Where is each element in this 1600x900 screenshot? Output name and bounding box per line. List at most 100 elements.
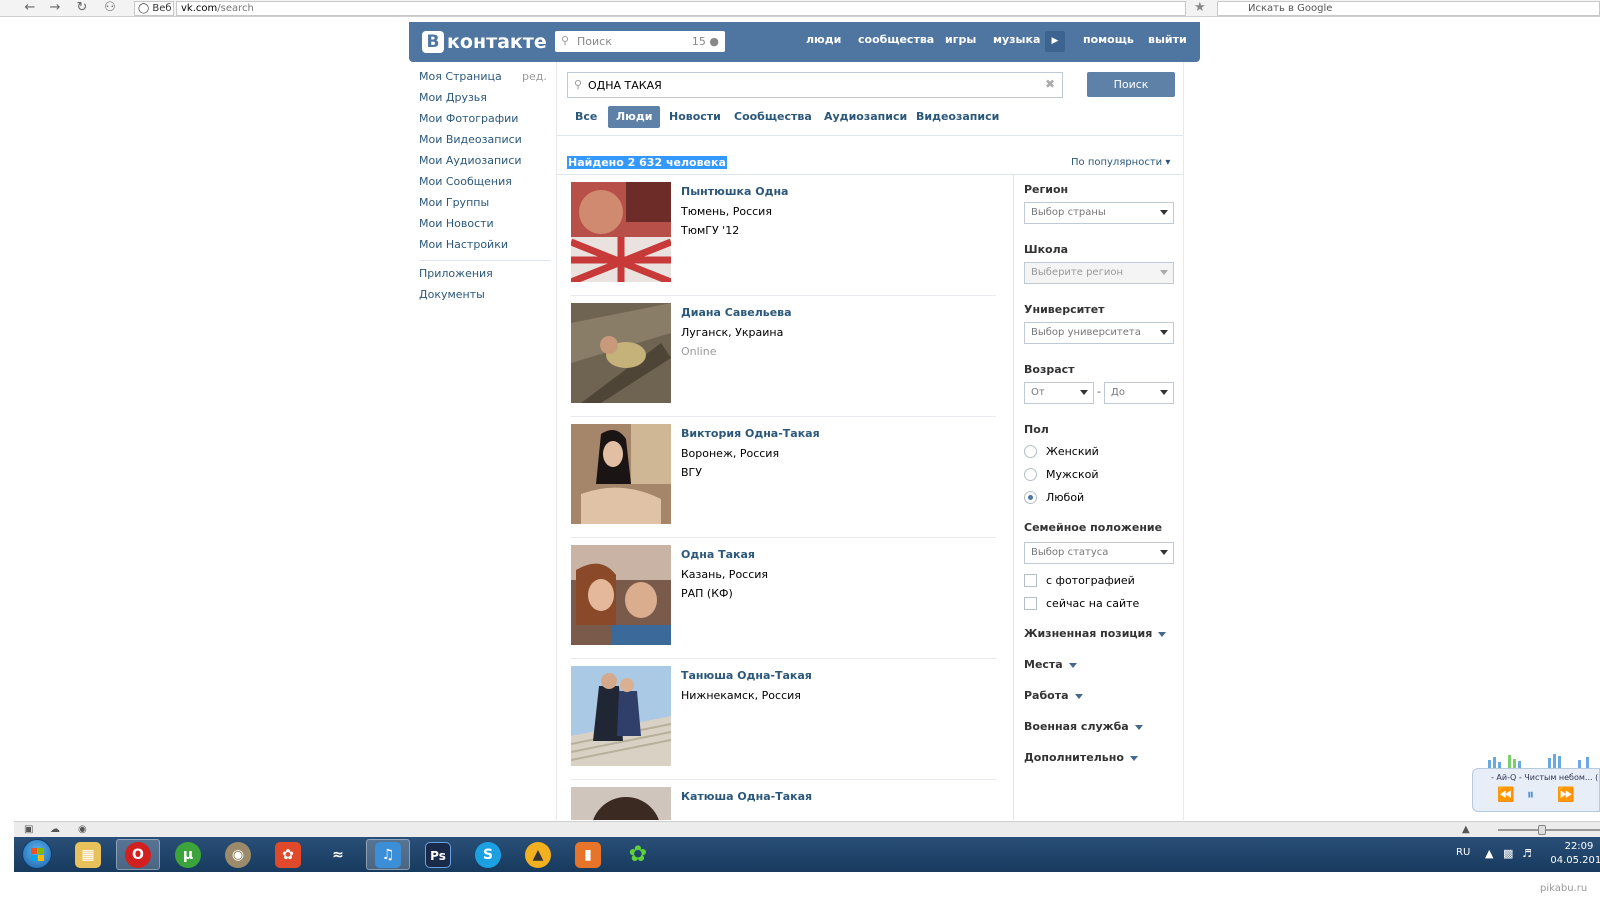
sex-radio-male[interactable] [1024, 468, 1037, 481]
menu-my-groups[interactable]: Мои Группы [419, 196, 489, 209]
menu-my-page[interactable]: Моя Страница [419, 70, 502, 83]
browser-search-field[interactable]: Искать в Google [1217, 1, 1600, 16]
marital-select[interactable]: Выбор статуса [1024, 542, 1174, 564]
address-bar[interactable]: vk.com/search [176, 1, 1186, 16]
avatar[interactable] [571, 182, 671, 282]
vk-logo[interactable]: В контакте [422, 30, 547, 54]
fast-forward-icon[interactable]: ⏩ [1557, 787, 1574, 803]
tab-video[interactable]: Видеозаписи [908, 106, 1007, 128]
cloud-icon[interactable]: ☁ [50, 824, 60, 835]
sex-radio-female[interactable] [1024, 445, 1037, 458]
site-badge[interactable]: ◯ Веб [134, 1, 174, 16]
key-icon[interactable]: ⚇ [100, 1, 120, 15]
taskbar-icq[interactable]: ✿ [616, 839, 660, 870]
university-select[interactable]: Выбор университета [1024, 322, 1174, 344]
sort-dropdown[interactable]: По популярности ▾ [1071, 157, 1170, 168]
age-to-select[interactable]: До [1104, 382, 1174, 404]
reload-icon[interactable]: ↻ [74, 1, 90, 15]
music-play-icon[interactable]: ▶ [1045, 31, 1065, 52]
mini-player[interactable]: - Ай-Q - Чистым небом... ( ⏪ ⏸ ⏩ [1472, 768, 1600, 812]
menu-my-audio[interactable]: Мои Аудиозаписи [419, 154, 522, 167]
rewind-icon[interactable]: ⏪ [1497, 787, 1514, 803]
taskbar-utorrent[interactable]: µ [166, 839, 210, 870]
menu-edit-link[interactable]: ред. [522, 70, 547, 83]
menu-my-news[interactable]: Мои Новости [419, 217, 494, 230]
nav-logout[interactable]: выйти [1148, 33, 1187, 46]
result-name[interactable]: Танюша Одна-Такая [681, 669, 812, 682]
clear-icon[interactable]: ✖ [1045, 77, 1055, 91]
sort-label: По популярности [1071, 157, 1163, 168]
taskbar-opera[interactable]: O [116, 839, 160, 870]
search-query-input[interactable]: ⚲ ОДНА ТАКАЯ ✖ [567, 72, 1063, 98]
result-name[interactable]: Виктория Одна-Такая [681, 427, 820, 440]
result-name[interactable]: Катюша Одна-Такая [681, 790, 812, 803]
result-name[interactable]: Пынтюшка Одна [681, 185, 788, 198]
taskbar-skype[interactable]: S [466, 839, 510, 870]
taskbar-network[interactable]: ≈ [316, 839, 360, 870]
dropdown-arrow-icon [1080, 390, 1088, 395]
back-icon[interactable]: ← [22, 1, 38, 15]
pause-icon[interactable]: ⏸ [1527, 787, 1534, 803]
bookmark-star-icon[interactable]: ★ [1194, 0, 1206, 15]
nav-music[interactable]: музыка [993, 33, 1040, 46]
avatar[interactable] [571, 424, 671, 524]
header-search-input[interactable]: ⚲ Поиск 15 ● [555, 31, 725, 52]
url-path: /search [217, 3, 254, 14]
zoom-slider-knob[interactable] [1538, 825, 1546, 835]
expander-life-position[interactable]: Жизненная позиция [1024, 627, 1167, 640]
zoom-slider[interactable] [1498, 825, 1600, 835]
taskbar-app-orange[interactable]: ▮ [566, 839, 610, 870]
menu-my-settings[interactable]: Мои Настройки [419, 238, 508, 251]
nav-people[interactable]: люди [806, 33, 841, 46]
music-note-icon: ♫ [375, 841, 401, 868]
online-now-checkbox[interactable] [1024, 597, 1037, 610]
tab-audio[interactable]: Аудиозаписи [816, 106, 915, 128]
search-button[interactable]: Поиск [1087, 72, 1175, 97]
taskbar-music[interactable]: ♫ [366, 839, 410, 870]
nav-help[interactable]: помощь [1083, 33, 1134, 46]
volume-icon[interactable]: ♬ [1522, 847, 1532, 860]
tab-communities[interactable]: Сообщества [726, 106, 820, 128]
expander-additional[interactable]: Дополнительно [1024, 751, 1138, 764]
expander-work[interactable]: Работа [1024, 689, 1083, 702]
taskbar-aimp[interactable]: ▲ [516, 839, 560, 870]
network-tray-icon[interactable]: ▩ [1503, 847, 1513, 860]
taskbar-explorer[interactable]: ▦ [66, 839, 110, 870]
tab-people[interactable]: Люди [608, 106, 661, 128]
sex-radio-any[interactable] [1024, 491, 1037, 504]
tab-all[interactable]: Все [567, 106, 605, 128]
country-select[interactable]: Выбор страны [1024, 202, 1174, 224]
tab-news[interactable]: Новости [661, 106, 729, 128]
taskbar-app-red[interactable]: ✿ [266, 839, 310, 870]
result-name[interactable]: Диана Савельева [681, 306, 792, 319]
result-name[interactable]: Одна Такая [681, 548, 755, 561]
speed-dial-icon[interactable]: ◉ [78, 824, 87, 835]
system-clock[interactable]: 22:09 04.05.2013 [1549, 840, 1600, 868]
start-button[interactable] [22, 839, 52, 869]
menu-apps[interactable]: Приложения [419, 267, 493, 280]
with-photo-checkbox[interactable] [1024, 574, 1037, 587]
forward-icon[interactable]: → [47, 1, 63, 15]
avatar[interactable] [571, 545, 671, 645]
nav-communities[interactable]: сообщества [858, 33, 934, 46]
tray-expand-icon[interactable]: ▲ [1485, 847, 1493, 860]
nav-games[interactable]: игры [945, 33, 976, 46]
taskbar: ▦ O µ ◉ ✿ ≈ ♫ Ps S ▲ ▮ ✿ RU ▲ ▩ ♬ 22:09 … [14, 837, 1600, 872]
arrow-up-icon[interactable]: ▲ [1462, 824, 1470, 835]
expander-military[interactable]: Военная служба [1024, 720, 1143, 733]
age-from-select[interactable]: От [1024, 382, 1094, 404]
menu-my-friends[interactable]: Мои Друзья [419, 91, 487, 104]
avatar[interactable] [571, 787, 671, 820]
taskbar-media[interactable]: ◉ [216, 839, 260, 870]
menu-my-messages[interactable]: Мои Сообщения [419, 175, 512, 188]
panel-toggle-icon[interactable]: ▣ [24, 824, 33, 835]
expander-places[interactable]: Места [1024, 658, 1077, 671]
avatar[interactable] [571, 666, 671, 766]
menu-my-videos[interactable]: Мои Видеозаписи [419, 133, 522, 146]
school-select[interactable]: Выберите регион [1024, 262, 1174, 284]
avatar[interactable] [571, 303, 671, 403]
taskbar-photoshop[interactable]: Ps [416, 839, 460, 870]
menu-my-photos[interactable]: Мои Фотографии [419, 112, 518, 125]
language-indicator[interactable]: RU [1456, 847, 1470, 858]
menu-documents[interactable]: Документы [419, 288, 485, 301]
